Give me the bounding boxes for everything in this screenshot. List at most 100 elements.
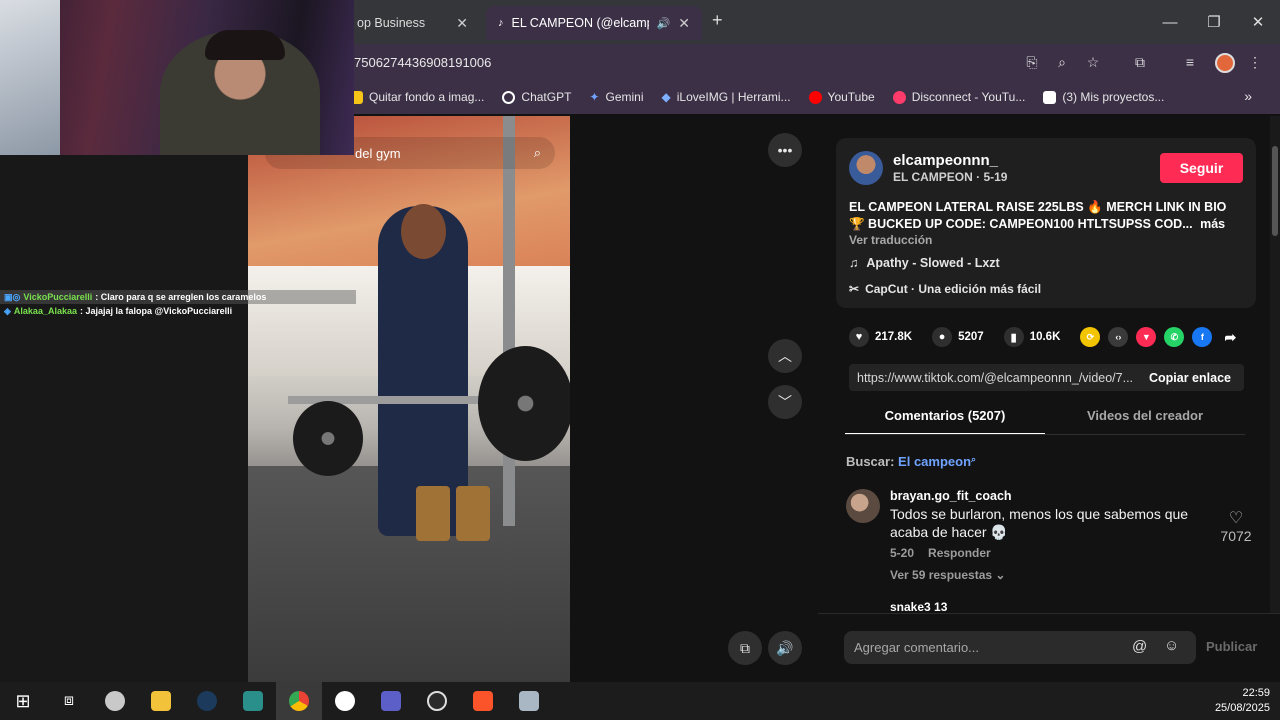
comment-search[interactable]: Buscar: El campeon⌕ bbox=[846, 454, 976, 469]
pip-button[interactable]: ⧉ bbox=[728, 631, 762, 665]
publish-button[interactable]: Publicar bbox=[1206, 639, 1257, 654]
taskbar-app[interactable] bbox=[138, 682, 184, 720]
author-username[interactable]: elcampeonnn_ bbox=[893, 152, 998, 169]
bookmark-label: Quitar fondo a imag... bbox=[369, 90, 485, 104]
bookmark-mis-proyectos[interactable]: (3) Mis proyectos... bbox=[1043, 90, 1164, 104]
next-video-button[interactable]: ﹀ bbox=[768, 385, 802, 419]
music-link[interactable]: ♫ Apathy - Slowed - Lxzt bbox=[849, 256, 1000, 270]
new-tab-button[interactable]: + bbox=[712, 10, 723, 31]
tab-creator-videos[interactable]: Videos del creador bbox=[1045, 405, 1245, 435]
install-app-icon[interactable]: ⎘ bbox=[1020, 51, 1044, 73]
tab-el-campeon[interactable]: ♪ EL CAMPEON (@elcampeo 🔊 ✕ bbox=[486, 6, 702, 40]
volume-icon: 🔊 bbox=[776, 639, 794, 656]
share-link-url[interactable]: https://www.tiktok.com/@elcampeonnn_/vid… bbox=[849, 371, 1139, 385]
taskbar-app[interactable] bbox=[506, 682, 552, 720]
commenter-avatar[interactable] bbox=[846, 489, 880, 523]
maximize-button[interactable]: ❐ bbox=[1196, 8, 1232, 36]
disconnect-icon bbox=[892, 90, 906, 104]
taskbar-app[interactable] bbox=[230, 682, 276, 720]
taskbar-app[interactable] bbox=[322, 682, 368, 720]
comment-username[interactable]: snake3 13 bbox=[890, 600, 947, 614]
facebook-icon[interactable]: f bbox=[1192, 327, 1213, 347]
taskbar-app[interactable] bbox=[460, 682, 506, 720]
bookmark-star-icon[interactable]: ☆ bbox=[1081, 51, 1105, 73]
capcut-icon bbox=[1043, 90, 1057, 104]
tiktok-icon: ♪ bbox=[498, 17, 504, 29]
reply-button[interactable]: Responder bbox=[928, 546, 991, 560]
taskbar-app[interactable] bbox=[276, 682, 322, 720]
taskbar-app[interactable] bbox=[414, 682, 460, 720]
tab-business[interactable]: op Business ✕ bbox=[345, 6, 480, 40]
taskbar-app[interactable] bbox=[184, 682, 230, 720]
like-button[interactable]: ♥ 217.8K bbox=[849, 327, 912, 347]
speaker-icon[interactable]: 🔊 bbox=[657, 17, 671, 30]
tab-comments[interactable]: Comentarios (5207) bbox=[845, 405, 1045, 435]
bookmark-gemini[interactable]: ✦ Gemini bbox=[589, 90, 643, 104]
zoom-icon[interactable]: ⌕ bbox=[1050, 51, 1074, 73]
previous-video-button[interactable]: ︿ bbox=[768, 339, 802, 373]
comment-like-button[interactable]: ♡ 7072 bbox=[1216, 508, 1256, 544]
minimize-button[interactable]: — bbox=[1152, 8, 1188, 36]
more-bookmarks-icon[interactable]: » bbox=[1244, 88, 1252, 104]
scrollbar[interactable] bbox=[1270, 116, 1280, 682]
comment-button[interactable]: ● 5207 bbox=[932, 327, 984, 347]
media-control-icon[interactable]: ≡ bbox=[1178, 51, 1202, 73]
comment-input[interactable]: Agregar comentario... @ ☺ bbox=[844, 631, 1196, 664]
video-player[interactable] bbox=[248, 116, 570, 682]
follow-button[interactable]: Seguir bbox=[1160, 153, 1243, 183]
comment-like-count: 7072 bbox=[1220, 528, 1252, 544]
heart-icon: ◆ bbox=[661, 90, 671, 104]
tab-label: EL CAMPEON (@elcampeo bbox=[511, 16, 649, 30]
video-scene-rack bbox=[503, 116, 515, 526]
copy-link-button[interactable]: Copiar enlace bbox=[1139, 371, 1231, 385]
video-scene-plate bbox=[478, 346, 570, 461]
close-tab-icon[interactable]: ✕ bbox=[678, 15, 690, 32]
search-icon: ⌕ bbox=[971, 454, 977, 464]
profile-avatar[interactable] bbox=[1215, 53, 1235, 73]
close-tab-icon[interactable]: ✕ bbox=[456, 15, 468, 32]
more-options-button[interactable]: ••• bbox=[768, 133, 802, 167]
yandex-icon bbox=[105, 691, 125, 711]
bookmark-label: ChatGPT bbox=[521, 90, 572, 104]
embed-icon[interactable]: ‹› bbox=[1108, 327, 1129, 347]
repost-icon[interactable]: ⟳ bbox=[1080, 327, 1101, 347]
volume-button[interactable]: 🔊 bbox=[768, 631, 802, 665]
bookmark-iloveimg[interactable]: ◆ iLoveIMG | Herrami... bbox=[662, 90, 791, 104]
save-button[interactable]: ▮ 10.6K bbox=[1003, 327, 1060, 347]
url-text: 7506274436908191006 bbox=[354, 54, 492, 70]
heart-outline-icon: ♡ bbox=[1228, 510, 1244, 527]
panel-tabs: Comentarios (5207) Videos del creador bbox=[845, 405, 1245, 435]
more-link[interactable]: más bbox=[1200, 217, 1225, 231]
translate-link[interactable]: Ver traducción bbox=[849, 233, 932, 247]
taskbar-app[interactable] bbox=[92, 682, 138, 720]
bookmark-disconnect[interactable]: Disconnect - YouTu... bbox=[892, 90, 1025, 104]
url-field[interactable]: 7506274436908191006 bbox=[340, 50, 1000, 74]
scrollbar-thumb[interactable] bbox=[1272, 146, 1278, 236]
bookmark-label: YouTube bbox=[827, 90, 875, 104]
author-avatar[interactable] bbox=[849, 151, 883, 185]
whatsapp-icon[interactable]: ✆ bbox=[1164, 327, 1185, 347]
taskbar-clock[interactable]: 22:59 25/08/2025 bbox=[1215, 686, 1270, 716]
bookmark-youtube[interactable]: YouTube bbox=[808, 90, 875, 104]
view-replies-button[interactable]: Ver 59 respuestas ⌄ bbox=[890, 568, 1005, 582]
extensions-icon[interactable]: ⧉ bbox=[1128, 51, 1152, 73]
capcut-text: CapCut · Una edición más fácil bbox=[865, 282, 1042, 296]
search-keyword[interactable]: El campeon bbox=[898, 454, 971, 469]
send-icon[interactable]: ▼ bbox=[1136, 327, 1157, 347]
start-button[interactable]: ⊞ bbox=[0, 682, 46, 720]
mention-icon[interactable]: @ bbox=[1132, 638, 1147, 655]
menu-icon[interactable]: ⋮ bbox=[1243, 51, 1267, 73]
comment-username[interactable]: brayan.go_fit_coach bbox=[890, 489, 1012, 503]
window-app-icon bbox=[519, 691, 539, 711]
task-view-button[interactable]: ⧈ bbox=[46, 682, 92, 720]
bookmark-quitar-fondo[interactable]: Quitar fondo a imag... bbox=[350, 90, 484, 104]
share-arrow-icon[interactable]: ➦ bbox=[1220, 327, 1240, 347]
bookmark-chatgpt[interactable]: ChatGPT bbox=[502, 90, 571, 104]
comment-text: Todos se burlaron, menos los que sabemos… bbox=[890, 506, 1189, 540]
folder-icon bbox=[151, 691, 171, 711]
chevron-down-icon: ﹀ bbox=[778, 394, 792, 410]
emoji-icon[interactable]: ☺ bbox=[1164, 637, 1179, 654]
capcut-link[interactable]: ✂ CapCut · Una edición más fácil bbox=[849, 282, 1041, 296]
close-window-button[interactable]: ✕ bbox=[1240, 8, 1276, 36]
taskbar-app[interactable] bbox=[368, 682, 414, 720]
